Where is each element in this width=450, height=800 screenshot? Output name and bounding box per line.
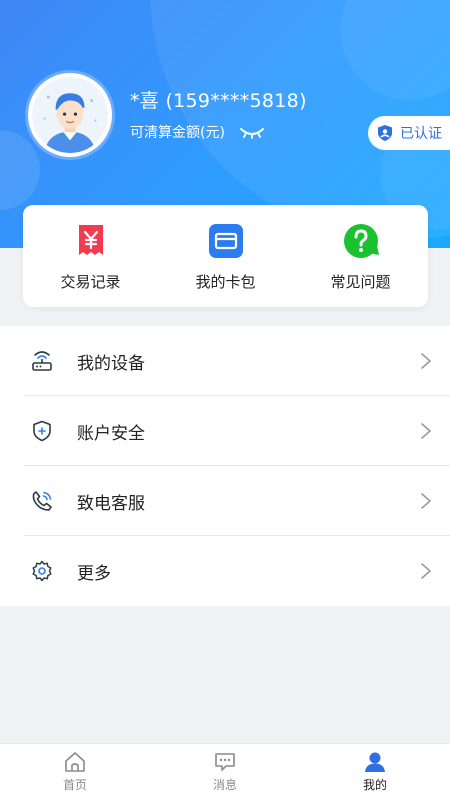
balance-row: 可清算金额(元) [130,122,265,142]
balance-label: 可清算金额(元) [130,125,225,141]
tab-label: 首页 [62,778,87,792]
question-icon [343,224,379,258]
quick-action-label: 我的卡包 [195,273,256,291]
menu-item-label: 账户安全 [77,423,145,444]
quick-action-label: 交易记录 [60,273,121,291]
phone-icon [32,491,52,511]
chevron-right-icon [421,423,431,439]
quick-action-transactions[interactable]: 交易记录 [23,205,158,307]
bottom-tab-bar: 首页 消息 我的 [0,743,450,800]
chevron-right-icon [421,353,431,369]
tab-messages[interactable]: 消息 [150,744,300,800]
shield-icon [33,420,51,442]
chevron-right-icon [421,563,431,579]
menu-item-account-security[interactable]: 账户安全 [0,396,450,466]
user-icon [365,752,385,772]
eye-closed-icon[interactable] [239,125,265,139]
verified-badge[interactable]: 已认证 [368,116,450,150]
tab-label: 我的 [362,778,387,792]
verified-shield-icon [378,125,392,141]
card-wallet-icon [208,224,243,258]
home-icon [65,752,85,772]
tab-home[interactable]: 首页 [0,744,150,800]
menu-item-more[interactable]: 更多 [0,536,450,606]
quick-action-card-wallet[interactable]: 我的卡包 [158,205,293,307]
menu-item-my-devices[interactable]: 我的设备 [0,326,450,396]
gear-icon [32,560,52,582]
menu-item-call-support[interactable]: 致电客服 [0,466,450,536]
router-icon [32,351,52,371]
settings-menu: 我的设备 账户安全 致电客服 更多 [0,326,450,606]
quick-action-label: 常见问题 [330,273,391,291]
tab-label: 消息 [212,778,237,792]
menu-item-label: 致电客服 [77,493,145,514]
yuan-receipt-icon [78,225,103,255]
user-name: *喜 (159****5818) [130,90,307,112]
quick-actions-card: 交易记录 我的卡包 常见问题 [23,205,428,307]
menu-item-label: 我的设备 [77,353,145,374]
avatar[interactable] [28,73,112,157]
verified-label: 已认证 [400,126,442,142]
chevron-right-icon [421,493,431,509]
quick-action-faq[interactable]: 常见问题 [293,205,428,307]
message-icon [215,753,235,771]
avatar-illustration-icon [32,77,108,153]
menu-item-label: 更多 [77,563,111,584]
tab-mine[interactable]: 我的 [300,744,450,800]
